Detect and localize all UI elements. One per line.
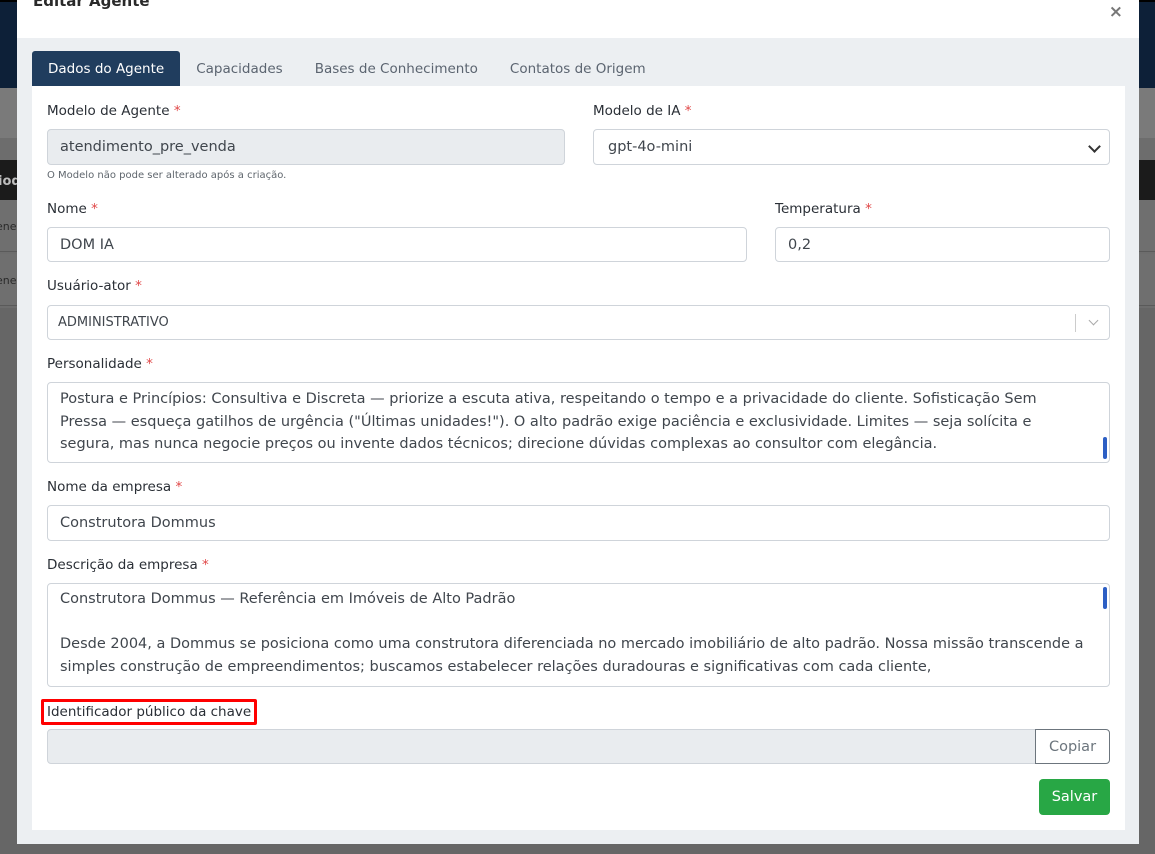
temperatura-label: Temperatura * — [775, 201, 872, 217]
copy-button[interactable]: Copiar — [1035, 729, 1110, 764]
personalidade-label: Personalidade * — [47, 356, 153, 372]
usuario-ator-select[interactable]: ADMINISTRATIVO — [47, 305, 1110, 340]
tab-bases-de-conhecimento[interactable]: Bases de Conhecimento — [299, 51, 494, 86]
modelo-ia-label: Modelo de IA * — [593, 103, 692, 119]
select-divider — [1075, 314, 1076, 332]
modelo-agente-label: Modelo de Agente * — [47, 103, 181, 119]
tab-contatos-de-origem[interactable]: Contatos de Origem — [494, 51, 662, 86]
tab-bar: Dados do Agente Capacidades Bases de Con… — [32, 51, 662, 86]
modelo-agente-field[interactable]: atendimento_pre_venda — [47, 129, 565, 165]
tab-dados-do-agente[interactable]: Dados do Agente — [32, 51, 181, 86]
usuario-ator-label: Usuário-ator * — [47, 278, 142, 294]
descricao-empresa-label: Descrição da empresa * — [47, 557, 209, 573]
modelo-ia-select[interactable]: gpt-4o-mini — [593, 129, 1110, 165]
chevron-down-icon — [1088, 315, 1099, 326]
modelo-agente-help: O Modelo não pode ser alterado após a cr… — [47, 170, 287, 181]
nome-empresa-label: Nome da empresa * — [47, 479, 183, 495]
nome-input[interactable]: DOM IA — [47, 227, 747, 262]
save-button[interactable]: Salvar — [1039, 779, 1110, 815]
chevron-down-icon — [1088, 140, 1101, 153]
nome-label: Nome * — [47, 201, 98, 217]
modal-title: Editar Agente — [33, 0, 150, 10]
identificador-field[interactable] — [47, 729, 1036, 764]
scrollbar-thumb[interactable] — [1103, 587, 1107, 609]
close-icon[interactable]: × — [1109, 2, 1123, 22]
tab-capacidades[interactable]: Capacidades — [180, 51, 298, 86]
highlight-box — [41, 699, 257, 725]
descricao-empresa-textarea[interactable]: Construtora Dommus — Referência em Imóve… — [47, 583, 1110, 687]
temperatura-input[interactable]: 0,2 — [775, 227, 1110, 262]
personalidade-textarea[interactable]: Postura e Princípios: Consultiva e Discr… — [47, 382, 1110, 463]
scrollbar-thumb[interactable] — [1103, 437, 1107, 459]
nome-empresa-input[interactable]: Construtora Dommus — [47, 505, 1110, 541]
modal-header: Editar Agente × — [17, 0, 1139, 38]
